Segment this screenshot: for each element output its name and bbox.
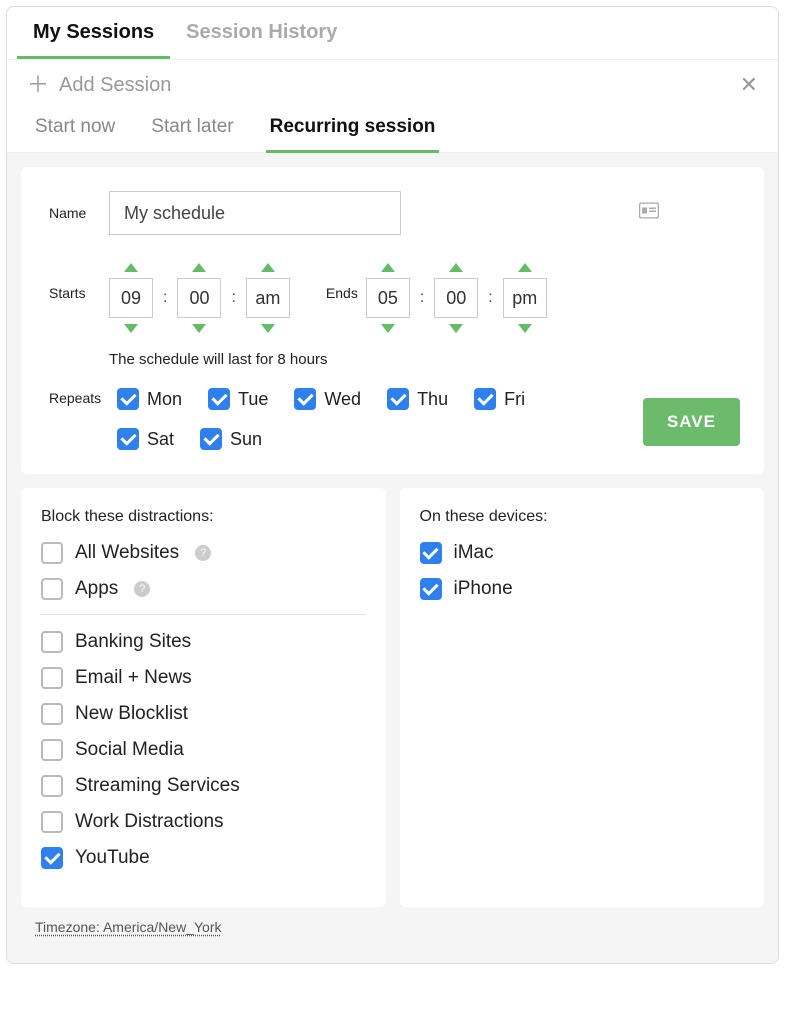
- plus-icon[interactable]: ＋: [27, 74, 49, 96]
- subtab-start-later[interactable]: Start later: [147, 106, 237, 153]
- chevron-down-icon[interactable]: [381, 324, 395, 333]
- start-ampm-input[interactable]: am: [246, 278, 290, 318]
- subtab-recurring[interactable]: Recurring session: [266, 106, 440, 153]
- checkbox[interactable]: [420, 542, 442, 564]
- help-icon[interactable]: ?: [134, 581, 150, 597]
- blocklist-label: Work Distractions: [75, 811, 224, 833]
- save-button[interactable]: SAVE: [643, 398, 740, 446]
- checkbox[interactable]: [41, 703, 63, 725]
- add-session-label[interactable]: Add Session: [59, 74, 171, 97]
- repeat-days: Mon Tue Wed Thu Fri Sat Sun: [117, 388, 547, 450]
- checkbox[interactable]: [41, 739, 63, 761]
- sub-tabs: Start now Start later Recurring session: [7, 100, 778, 153]
- time-colon: :: [420, 289, 424, 307]
- time-colon: :: [488, 289, 492, 307]
- tab-session-history[interactable]: Session History: [170, 7, 353, 59]
- help-icon[interactable]: ?: [195, 545, 211, 561]
- content-area: Name Starts 09 :: [7, 153, 778, 963]
- tab-my-sessions[interactable]: My Sessions: [17, 7, 170, 59]
- recurring-session-card: Name Starts 09 :: [21, 167, 764, 474]
- chevron-up-icon[interactable]: [261, 263, 275, 272]
- device-label: iMac: [454, 542, 494, 564]
- timezone-link[interactable]: Timezone: America/New_York: [21, 907, 764, 949]
- start-minute-input[interactable]: 00: [177, 278, 221, 318]
- chevron-up-icon[interactable]: [449, 263, 463, 272]
- blocklist-label: Banking Sites: [75, 631, 191, 653]
- devices-card: On these devices: iMac iPhone: [400, 488, 765, 907]
- day-sat[interactable]: Sat: [117, 428, 174, 450]
- block-section-title: Block these distractions:: [41, 508, 366, 526]
- day-sun[interactable]: Sun: [200, 428, 262, 450]
- blocklist-label: Email + News: [75, 667, 192, 689]
- day-wed[interactable]: Wed: [294, 388, 361, 410]
- end-time-picker: 05 : 00 : pm: [366, 263, 547, 333]
- checkbox[interactable]: [41, 811, 63, 833]
- block-distractions-card: Block these distractions: All Websites ?…: [21, 488, 386, 907]
- checkbox[interactable]: [41, 775, 63, 797]
- start-hour-input[interactable]: 09: [109, 278, 153, 318]
- blocklist-item[interactable]: Streaming Services: [41, 775, 366, 797]
- checkbox[interactable]: [41, 667, 63, 689]
- top-tabs: My Sessions Session History: [7, 7, 778, 60]
- chevron-up-icon[interactable]: [518, 263, 532, 272]
- device-item[interactable]: iMac: [420, 542, 745, 564]
- end-minute-input[interactable]: 00: [434, 278, 478, 318]
- blocklist-item[interactable]: YouTube: [41, 847, 366, 869]
- name-label: Name: [49, 205, 109, 221]
- block-all-websites[interactable]: All Websites ?: [41, 542, 366, 564]
- end-hour-input[interactable]: 05: [366, 278, 410, 318]
- blocklist-item[interactable]: Banking Sites: [41, 631, 366, 653]
- chevron-down-icon[interactable]: [518, 324, 532, 333]
- duration-note: The schedule will last for 8 hours: [109, 351, 736, 368]
- chevron-up-icon[interactable]: [192, 263, 206, 272]
- end-ampm-input[interactable]: pm: [503, 278, 547, 318]
- blocklist-item[interactable]: Email + News: [41, 667, 366, 689]
- time-colon: :: [163, 289, 167, 307]
- chevron-down-icon[interactable]: [261, 324, 275, 333]
- device-item[interactable]: iPhone: [420, 578, 745, 600]
- starts-label: Starts: [49, 285, 109, 301]
- devices-section-title: On these devices:: [420, 508, 745, 526]
- device-label: iPhone: [454, 578, 513, 600]
- divider: [41, 614, 366, 615]
- block-apps[interactable]: Apps ?: [41, 578, 366, 600]
- repeats-label: Repeats: [49, 388, 109, 406]
- day-mon[interactable]: Mon: [117, 388, 182, 410]
- chevron-up-icon[interactable]: [381, 263, 395, 272]
- blocklist-item[interactable]: Social Media: [41, 739, 366, 761]
- checkbox[interactable]: [41, 631, 63, 653]
- chevron-down-icon[interactable]: [192, 324, 206, 333]
- checkbox[interactable]: [420, 578, 442, 600]
- session-name-input[interactable]: [109, 191, 401, 235]
- day-tue[interactable]: Tue: [208, 388, 268, 410]
- chevron-up-icon[interactable]: [124, 263, 138, 272]
- time-colon: :: [231, 289, 235, 307]
- checkbox[interactable]: [41, 847, 63, 869]
- day-thu[interactable]: Thu: [387, 388, 448, 410]
- day-fri[interactable]: Fri: [474, 388, 525, 410]
- chevron-down-icon[interactable]: [449, 324, 463, 333]
- id-card-icon: [639, 203, 659, 224]
- chevron-down-icon[interactable]: [124, 324, 138, 333]
- blocklist-item[interactable]: Work Distractions: [41, 811, 366, 833]
- close-icon[interactable]: ✕: [740, 72, 758, 98]
- blocklist-label: Streaming Services: [75, 775, 240, 797]
- blocklist-label: New Blocklist: [75, 703, 188, 725]
- subtab-start-now[interactable]: Start now: [31, 106, 119, 153]
- blocklist-item[interactable]: New Blocklist: [41, 703, 366, 725]
- ends-label: Ends: [326, 285, 358, 301]
- add-session-bar: ＋ Add Session ✕: [7, 60, 778, 100]
- blocklist-label: YouTube: [75, 847, 150, 869]
- blocklist-label: Social Media: [75, 739, 184, 761]
- start-time-picker: 09 : 00 : am: [109, 263, 290, 333]
